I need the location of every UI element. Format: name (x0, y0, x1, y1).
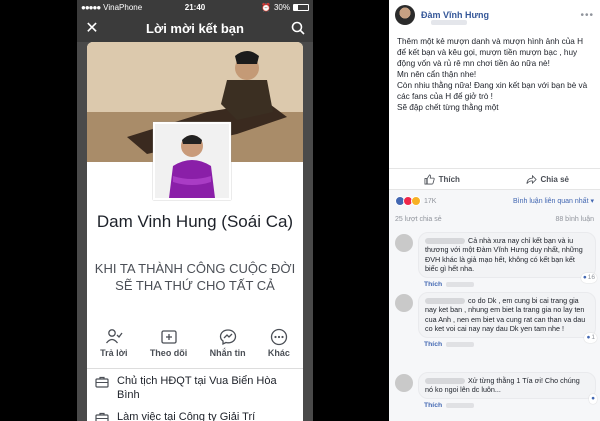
commenter-name-redacted (425, 298, 465, 305)
follow-icon (160, 330, 177, 344)
comment-like-count: ● 16 (580, 273, 597, 283)
info-text: Chủ tịch HĐQT tại Vua Biển Hòa Bình (117, 375, 277, 401)
comment-like-count: ● 1 (584, 333, 597, 343)
status-bar: ●●●●● VinaPhone 21:40 ⏰ 30% (77, 0, 313, 14)
commenter-name-redacted (425, 238, 465, 245)
phone-screen: ●●●●● VinaPhone 21:40 ⏰ 30% ✕ Lời mời kế… (77, 0, 313, 421)
respond-label: Trả lời (100, 348, 128, 358)
post-actions: Thích Chia sẻ (389, 168, 600, 190)
comment-footer: Thích (418, 402, 596, 409)
comment-like-count: ● (589, 394, 597, 404)
info-row-work: Làm việc tại Công ty Giải Trí (95, 410, 297, 421)
post-meta: 25 lượt chia sẻ 88 bình luận (395, 216, 594, 226)
shares-count[interactable]: 25 lượt chia sẻ (395, 216, 442, 226)
profile-info: Chủ tịch HĐQT tại Vua Biển Hòa Bình Làm … (95, 374, 297, 421)
comment-like-link[interactable]: Thích (424, 341, 442, 348)
post-text: Thêm một kẻ mượn danh và mượn hình ảnh c… (389, 30, 600, 113)
respond-button[interactable]: Trả lời (100, 328, 128, 358)
follow-label: Theo dõi (149, 348, 188, 358)
sort-label: Bình luận liên quan nhất (513, 198, 589, 205)
like-reaction-icon: ● (586, 334, 591, 342)
thumbs-up-icon (424, 174, 435, 184)
info-row-work: Chủ tịch HĐQT tại Vua Biển Hòa Bình (95, 374, 297, 402)
like-button[interactable]: Thích (389, 174, 495, 185)
briefcase-icon (95, 412, 109, 421)
comment: Cả nhà xưa nay chỉ kết bạn và iu thương … (395, 232, 597, 288)
like-label: Thích (438, 174, 460, 184)
comment-like-link[interactable]: Thích (424, 281, 442, 288)
clock: 21:40 (184, 2, 206, 12)
comment-bubble: Cả nhà xưa nay chỉ kết bạn và iu thương … (418, 232, 597, 283)
post-line: Thêm một kẻ mượn danh và mượn hình ảnh c… (397, 37, 583, 68)
like-reaction-icon: ● (582, 274, 587, 282)
comment-time-redacted (446, 402, 475, 408)
commenter-name-redacted (425, 378, 465, 385)
reaction-icons (395, 196, 421, 206)
comment-like-link[interactable]: Thích (424, 402, 442, 409)
reactions-count: 17K (424, 197, 437, 205)
comment-time-redacted (446, 341, 475, 347)
search-icon[interactable] (283, 21, 313, 35)
comment-bubble: co do Dk , em cung bi cai trang gia nay … (418, 292, 597, 343)
message-label: Nhắn tin (209, 348, 246, 358)
close-icon[interactable]: ✕ (77, 18, 107, 38)
commenter-avatar[interactable] (395, 294, 413, 312)
author-name[interactable]: Đàm Vĩnh Hưng (421, 10, 489, 20)
messenger-icon (219, 329, 236, 346)
post-timestamp-redacted (431, 20, 467, 25)
comment-likes: 1 (591, 334, 595, 342)
comment-footer: Thích (418, 341, 596, 348)
post-line: Còn nhiu thằng nữa! Đang xin kết bạn với… (397, 81, 588, 101)
comment-sort-dropdown[interactable]: Bình luận liên quan nhất ▾ (513, 197, 594, 205)
comment-likes: 16 (587, 274, 595, 282)
haha-reaction-icon (411, 196, 421, 206)
info-text: Làm việc tại Công ty Giải Trí (117, 411, 256, 421)
reactions-summary[interactable]: 17K Bình luận liên quan nhất ▾ (395, 194, 594, 208)
battery-icon (293, 3, 309, 11)
more-icon (270, 328, 287, 346)
profile-slogan: KHI TA THÀNH CÔNG CUỘC ĐỜI SẼ THA THỨ CH… (94, 261, 296, 293)
divider (87, 368, 303, 369)
commenter-avatar[interactable] (395, 374, 413, 392)
share-icon (526, 174, 537, 184)
commenter-avatar[interactable] (395, 234, 413, 252)
more-label: Khác (267, 348, 290, 358)
author-avatar[interactable] (395, 5, 415, 25)
person-check-icon (105, 329, 123, 344)
message-button[interactable]: Nhắn tin (210, 328, 246, 358)
post-line: Mn nên cẩn thận nhe! (397, 70, 477, 79)
comment: Xử từng thằng 1 Tía ơi! Cho chúng nó ko … (395, 372, 597, 409)
comment-bubble: Xử từng thằng 1 Tía ơi! Cho chúng nó ko … (418, 372, 597, 404)
profile-actions: Trả lời Theo dõi Nhắn tin Khác (87, 328, 303, 358)
briefcase-icon (95, 376, 109, 388)
like-reaction-icon: ● (591, 395, 595, 403)
comment-footer: Thích (418, 281, 596, 288)
profile-name: Dam Vinh Hung (Soái Ca) (96, 212, 294, 231)
nav-title: Lời mời kết bạn (146, 20, 244, 36)
more-button[interactable]: Khác (268, 328, 290, 358)
profile-avatar[interactable] (153, 122, 231, 200)
share-button[interactable]: Chia sẻ (495, 174, 600, 185)
profile-card: Dam Vinh Hung (Soái Ca) KHI TA THÀNH CÔN… (87, 42, 303, 421)
follow-button[interactable]: Theo dõi (149, 328, 188, 358)
post-header: Đàm Vĩnh Hưng ••• (389, 0, 600, 30)
more-options-icon[interactable]: ••• (580, 10, 594, 21)
comments-count[interactable]: 88 bình luận (555, 216, 594, 226)
facebook-post: Đàm Vĩnh Hưng ••• Thêm một kẻ mượn danh … (389, 0, 600, 421)
comment-time-redacted (446, 281, 475, 287)
share-label: Chia sẻ (540, 174, 569, 184)
post-line: Sẽ đập chết từng thằng một (397, 103, 499, 112)
comment: co do Dk , em cung bi cai trang gia nay … (395, 292, 597, 348)
phone-screenshot: ●●●●● VinaPhone 21:40 ⏰ 30% ✕ Lời mời kế… (0, 0, 389, 421)
nav-bar: ✕ Lời mời kết bạn (77, 14, 313, 42)
